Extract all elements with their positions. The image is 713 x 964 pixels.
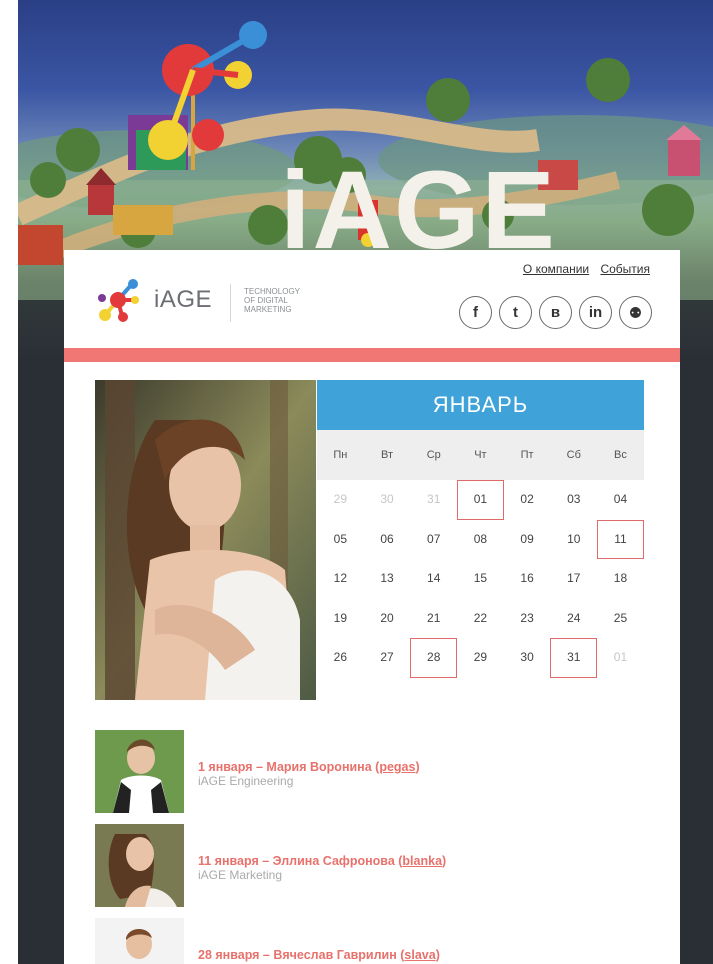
calendar-day: 13 [380,571,394,586]
calendar-day: 30 [520,650,534,665]
calendar-day: 26 [333,650,348,665]
calendar-day: 25 [613,610,628,625]
calendar-day: 24 [567,610,581,625]
avatar [95,730,184,813]
calendar-day: 09 [520,531,534,546]
calendar-day: 07 [427,531,441,546]
calendar-day: 08 [473,531,488,546]
calendar-weekday-row: Пн Вт Ср Чт Пт Сб Вс [317,430,644,480]
calendar-day: 29 [473,650,488,665]
birthday-title: 1 января – Мария Воронина (pegas) [198,760,420,774]
calendar-month-title: ЯНВАРЬ [317,380,644,430]
calendar-day: 23 [520,610,534,625]
list-item: 28 января – Вячеслав Гаврилин (slava) [95,918,655,964]
calendar-day-grid: 29 30 31 01 02 03 04 05 06 07 08 09 10 1… [317,480,644,678]
department-label: iAGE Engineering [198,774,294,788]
top-nav: О компании События [515,262,650,276]
profile-link[interactable]: blanka [402,854,442,868]
twitter-icon[interactable]: t [499,296,532,329]
calendar-day: 16 [520,571,534,586]
slideshare-icon[interactable]: ⚉ [619,296,652,329]
linkedin-icon[interactable]: in [579,296,612,329]
calendar-day: 01 [457,480,504,520]
weekday-label: Пт [520,449,534,461]
list-item: 11 января – Эллина Сафронова (blanka) iA… [95,824,655,918]
profile-link[interactable]: pegas [379,760,415,774]
calendar-day: 31 [427,492,441,506]
nav-link-events[interactable]: События [600,262,650,276]
calendar-day: 27 [380,650,394,665]
weekday-label: Пн [333,449,348,461]
weekday-label: Сб [566,449,581,461]
calendar-day: 21 [427,610,441,625]
weekday-label: Вс [614,449,627,461]
calendar-day: 28 [410,638,457,678]
weekday-label: Ср [426,449,441,461]
list-item: 1 января – Мария Воронина (pegas) iAGE E… [95,730,655,824]
calendar-day: 20 [380,610,394,625]
department-label: iAGE Marketing [198,868,283,882]
calendar-day: 29 [333,492,348,506]
calendar-day: 30 [380,492,394,506]
birthday-title: 28 января – Вячеслав Гаврилин (slava) [198,948,440,962]
calendar-day: 31 [550,638,597,678]
calendar-day: 22 [473,610,488,625]
calendar-day: 17 [567,571,581,586]
profile-link[interactable]: slava [404,948,435,962]
social-links: f t в in ⚉ [459,296,652,329]
avatar [95,824,184,907]
calendar-day: 04 [613,492,628,506]
featured-photo [95,380,316,700]
weekday-label: Вт [381,449,394,461]
calendar-day: 11 [597,519,644,560]
calendar-day: 12 [333,571,348,586]
weekday-label: Чт [474,449,487,461]
avatar [95,918,184,964]
logo-name: iAGE [154,286,213,313]
calendar-day: 18 [613,571,628,586]
calendar-day: 03 [567,492,581,506]
card-header: iAGE TECHNOLOGY OF DIGITAL MARKETING О к… [64,250,680,342]
calendar-day: 15 [473,571,488,586]
newsletter-card: iAGE TECHNOLOGY OF DIGITAL MARKETING О к… [64,250,680,964]
calendar-day: 19 [333,610,348,625]
calendar-day: 06 [380,531,394,546]
facebook-icon[interactable]: f [459,296,492,329]
calendar-day: 05 [333,531,348,546]
calendar-day: 10 [567,531,581,546]
calendar-day: 02 [520,492,534,506]
vkontakte-icon[interactable]: в [539,296,572,329]
calendar-day: 14 [427,571,441,586]
month-calendar: ЯНВАРЬ Пн Вт Ср Чт Пт Сб Вс 29 30 31 01 … [317,380,644,678]
birthday-list: 1 января – Мария Воронина (pegas) iAGE E… [95,730,655,964]
email-container: iAGE iAGE TECHNOLOGY OF DIGITAL MARKETIN… [18,0,713,964]
logo-divider [230,284,231,322]
logo-tagline: TECHNOLOGY OF DIGITAL MARKETING [244,287,301,314]
nav-link-about[interactable]: О компании [523,262,589,276]
birthday-title: 11 января – Эллина Сафронова (blanka) [198,854,447,868]
calendar-day: 01 [613,650,628,665]
featured-photo-image [95,380,316,700]
company-logo[interactable]: iAGE TECHNOLOGY OF DIGITAL MARKETING [96,278,316,326]
molecule-logo-icon [98,279,139,322]
accent-stripe [64,348,680,362]
